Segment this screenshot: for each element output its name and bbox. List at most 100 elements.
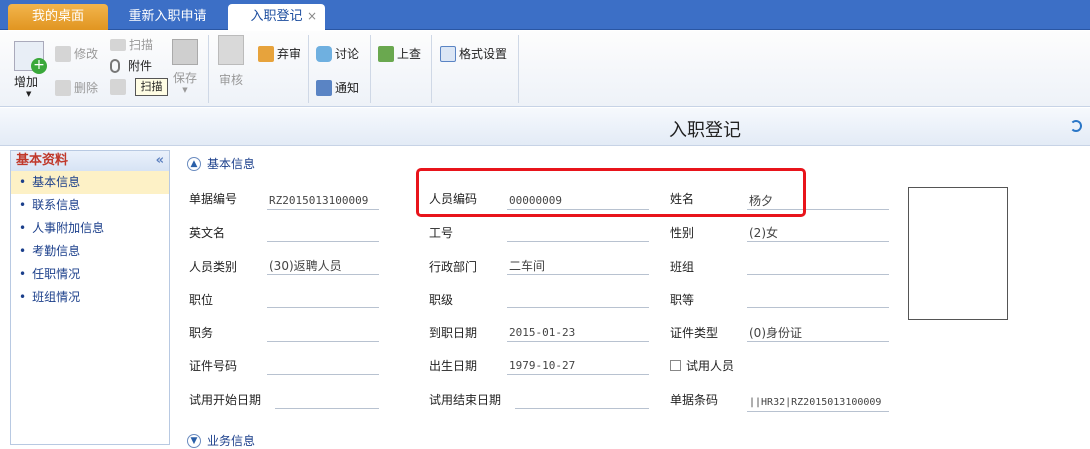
- page-title: 入职登记: [669, 120, 741, 141]
- tab-my-desktop[interactable]: 我的桌面: [8, 4, 108, 30]
- bullet-icon: •: [19, 267, 27, 281]
- toolbar-divider: [370, 35, 371, 103]
- scan-button[interactable]: 扫描: [110, 36, 153, 53]
- edit-label: 修改: [74, 47, 99, 61]
- checkbox-icon: [670, 360, 681, 371]
- section-title: 业务信息: [207, 434, 256, 448]
- prob-start-label: 试用开始日期: [189, 393, 262, 407]
- sidebar-item-label: 班组情况: [32, 290, 81, 304]
- join-date-field[interactable]: 2015-01-23: [507, 324, 649, 342]
- sidebar-item-label: 任职情况: [32, 267, 81, 281]
- section-basic-info[interactable]: ▲ 基本信息: [187, 155, 255, 172]
- doc-no-label: 单据编号: [189, 192, 238, 206]
- rank-field[interactable]: [507, 290, 649, 308]
- join-date-label: 到职日期: [429, 326, 478, 340]
- highlight-box: [416, 168, 806, 217]
- delete-label: 删除: [74, 81, 99, 95]
- scan-small-button[interactable]: [110, 79, 129, 95]
- team-field[interactable]: [747, 257, 889, 275]
- stamp-icon: [258, 45, 274, 62]
- duty-field[interactable]: [267, 324, 379, 342]
- photo-placeholder[interactable]: [908, 187, 1008, 320]
- en-name-field[interactable]: [267, 224, 379, 242]
- duty-label: 职务: [189, 326, 214, 340]
- job-no-label: 工号: [429, 226, 454, 240]
- gender-label: 性别: [670, 226, 695, 240]
- prob-end-label: 试用结束日期: [429, 393, 502, 407]
- sidebar-item-attendance-info[interactable]: • 考勤信息: [11, 240, 169, 263]
- settings-doc-icon: [440, 45, 456, 62]
- grade-field[interactable]: [747, 290, 889, 308]
- id-type-label: 证件类型: [670, 326, 719, 340]
- paperclip-icon: [110, 58, 120, 73]
- save-button[interactable]: 保存 ▼: [172, 39, 198, 94]
- expand-down-icon: ▼: [187, 433, 201, 448]
- notify-label: 通知: [335, 81, 360, 95]
- toolbar-divider: [518, 35, 519, 103]
- position-field[interactable]: [267, 290, 379, 308]
- sidebar-item-label: 联系信息: [32, 198, 81, 212]
- edit-button[interactable]: 修改: [55, 45, 98, 62]
- dept-label: 行政部门: [429, 260, 478, 274]
- abandon-label: 弃审: [277, 47, 302, 61]
- bullet-icon: •: [19, 175, 27, 189]
- toolbar-divider: [431, 35, 432, 103]
- format-settings-button[interactable]: 格式设置: [440, 45, 507, 62]
- team-label: 班组: [670, 260, 695, 274]
- discuss-button[interactable]: 讨论: [316, 45, 359, 62]
- section-business-info[interactable]: ▼ 业务信息: [187, 432, 255, 449]
- chat-icon: [316, 45, 332, 62]
- barcode-field[interactable]: ||HR32|RZ2015013100009: [747, 394, 889, 412]
- sidebar-item-contact-info[interactable]: • 联系信息: [11, 194, 169, 217]
- format-label: 格式设置: [459, 47, 508, 61]
- chevron-down-icon: ▼: [26, 90, 32, 98]
- floppy-disk-icon: [172, 39, 198, 65]
- category-field[interactable]: (30)返聘人员: [267, 257, 379, 275]
- add-button[interactable]: + 增加 ▼: [14, 41, 47, 98]
- attach-label: 附件: [128, 59, 153, 73]
- sidebar-item-basic-info[interactable]: • 基本信息: [11, 171, 169, 194]
- add-icon: +: [14, 41, 47, 74]
- attachment-button[interactable]: 附件: [110, 57, 152, 74]
- job-no-field[interactable]: [507, 224, 649, 242]
- prob-end-field[interactable]: [515, 391, 649, 409]
- sidebar-item-label: 考勤信息: [32, 244, 81, 258]
- probation-label: 试用人员: [686, 359, 735, 373]
- probation-checkbox[interactable]: 试用人员: [670, 357, 734, 374]
- sidebar-item-employment[interactable]: • 任职情况: [11, 263, 169, 286]
- review-button[interactable]: 审核: [218, 35, 244, 88]
- sidebar-item-team[interactable]: • 班组情况: [11, 286, 169, 309]
- tab-onboarding-register[interactable]: 入职登记 ×: [228, 4, 325, 30]
- position-label: 职位: [189, 293, 214, 307]
- print-icon: [110, 79, 126, 95]
- id-no-label: 证件号码: [189, 359, 238, 373]
- prob-start-field[interactable]: [275, 391, 379, 409]
- rank-label: 职级: [429, 293, 454, 307]
- toolbar-divider: [208, 35, 209, 103]
- doc-no-field[interactable]: RZ2015013100009: [267, 192, 379, 210]
- tab-rehire-application[interactable]: 重新入职申请: [110, 4, 225, 30]
- notify-button[interactable]: 通知: [316, 79, 359, 96]
- id-no-field[interactable]: [267, 357, 379, 375]
- save-label: 保存: [172, 71, 197, 85]
- close-icon[interactable]: ×: [307, 4, 317, 29]
- birth-label: 出生日期: [429, 359, 478, 373]
- discuss-label: 讨论: [335, 47, 360, 61]
- bullet-icon: •: [19, 221, 27, 235]
- collapse-icon[interactable]: «: [156, 151, 164, 171]
- dept-field[interactable]: 二车间: [507, 257, 649, 275]
- arrow-up-icon: [378, 45, 394, 62]
- sidebar-item-hr-extra-info[interactable]: • 人事附加信息: [11, 217, 169, 240]
- barcode-label: 单据条码: [670, 393, 719, 407]
- clipboard-icon: [218, 35, 244, 65]
- sidebar-header-label: 基本资料: [16, 153, 69, 168]
- delete-button[interactable]: 删除: [55, 79, 98, 96]
- gender-field[interactable]: (2)女: [747, 224, 889, 242]
- refresh-icon[interactable]: [1070, 120, 1082, 132]
- chevron-down-icon: ▼: [182, 86, 188, 94]
- birth-field[interactable]: 1979-10-27: [507, 357, 649, 375]
- scanner-icon: [110, 38, 126, 51]
- abandon-review-button[interactable]: 弃审: [258, 45, 301, 62]
- lookup-button[interactable]: 上查: [378, 45, 421, 62]
- id-type-field[interactable]: (0)身份证: [747, 324, 889, 342]
